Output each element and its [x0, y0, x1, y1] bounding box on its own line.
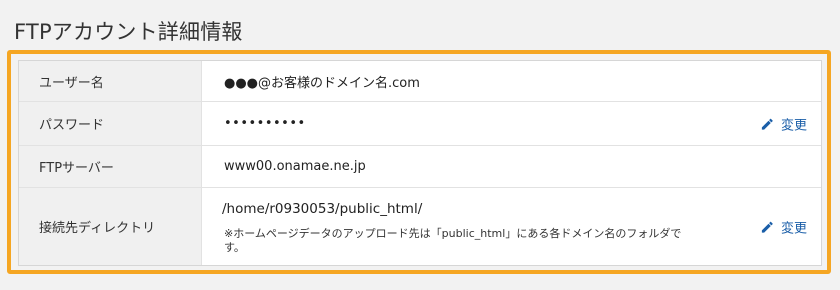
directory-change-label[interactable]: 変更 — [781, 217, 807, 236]
directory-change-button[interactable]: 変更 — [760, 217, 807, 236]
directory-path-text: /home/r0930053/public_html/ — [222, 200, 423, 217]
directory-note-text: ※ホームページデータのアップロード先は「public_html」にある各ドメイン… — [224, 226, 682, 254]
directory-value: /home/r0930053/public_html/ ※ホームページデータのア… — [202, 188, 821, 265]
password-masked-text: •••••••••• — [224, 116, 306, 131]
password-change-label[interactable]: 変更 — [781, 114, 807, 133]
table-row-username: ユーザー名 ●●●@お客様のドメイン名.com — [19, 61, 821, 102]
ftp-server-value: www00.onamae.ne.jp — [202, 146, 821, 187]
table-row-password: パスワード •••••••••• 変更 — [19, 102, 821, 146]
pencil-icon — [760, 219, 775, 234]
highlight-frame: ユーザー名 ●●●@お客様のドメイン名.com パスワード ••••••••••… — [7, 50, 831, 274]
table-row-directory: 接続先ディレクトリ /home/r0930053/public_html/ ※ホ… — [19, 188, 821, 265]
ftp-server-label: FTPサーバー — [19, 146, 202, 187]
password-change-button[interactable]: 変更 — [760, 114, 807, 133]
password-label: パスワード — [19, 102, 202, 145]
username-label: ユーザー名 — [19, 61, 202, 101]
username-value: ●●●@お客様のドメイン名.com — [202, 61, 821, 101]
password-value: •••••••••• 変更 — [202, 102, 821, 145]
table-row-ftp-server: FTPサーバー www00.onamae.ne.jp — [19, 146, 821, 188]
page-title: FTPアカウント詳細情報 — [14, 20, 243, 44]
pencil-icon — [760, 116, 775, 131]
directory-label: 接続先ディレクトリ — [19, 188, 202, 265]
ftp-account-table: ユーザー名 ●●●@お客様のドメイン名.com パスワード ••••••••••… — [18, 60, 822, 266]
username-text: ●●●@お客様のドメイン名.com — [224, 75, 420, 91]
ftp-server-text: www00.onamae.ne.jp — [224, 159, 366, 174]
